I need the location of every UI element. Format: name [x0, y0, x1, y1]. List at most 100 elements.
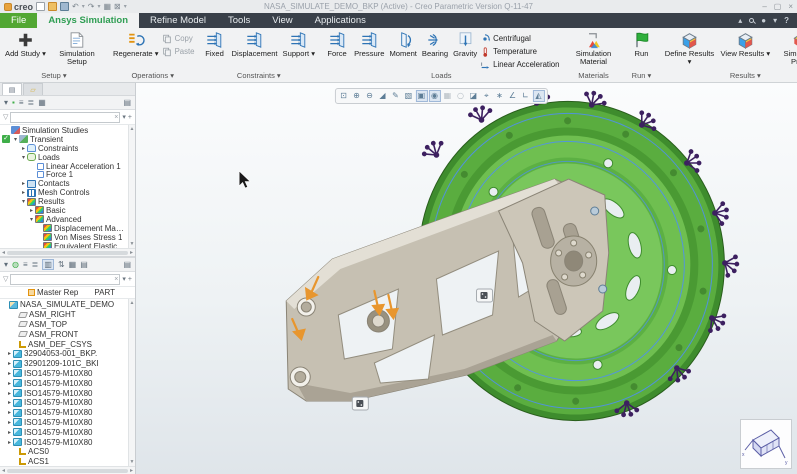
capture-button[interactable]: ▦ [441, 90, 453, 102]
view-results-button[interactable]: View Results ▾ [718, 30, 772, 59]
simulation-probe-button[interactable]: Simulation Probe [773, 30, 797, 67]
windows-icon[interactable]: ▦ [103, 2, 111, 11]
tree-item-basic[interactable]: ▸Basic [0, 206, 128, 215]
expand-arrow[interactable]: ▾ [12, 136, 19, 143]
tree-item-part[interactable]: ▸ISO14579-M10X80 [0, 418, 128, 428]
restore-button[interactable]: ▢ [774, 2, 782, 11]
run-button[interactable]: Run [627, 30, 655, 59]
tree-item-part[interactable]: ▸ISO14579-M10X80 [0, 408, 128, 418]
perspective-button[interactable]: ○ [454, 90, 466, 102]
expand-arrow[interactable]: ▸ [20, 145, 27, 152]
expand-arrow[interactable]: ▸ [6, 350, 13, 357]
tree-item-asm-def-csys[interactable]: ASM_DEF_CSYS [0, 339, 128, 349]
load-badge[interactable] [477, 289, 493, 302]
collapse-all-icon[interactable]: ≡ [19, 98, 24, 107]
help-icon[interactable]: ? [784, 16, 789, 25]
graphics-area[interactable]: ⊡ ⊕ ⊖ ◢ ✎ ▧ ▣ ◉ ▦ ○ ◪ ⌖ ∗ ∠ ∟ ◭ [136, 83, 797, 474]
tab-refine-model[interactable]: Refine Model [139, 13, 217, 28]
vertical-scrollbar[interactable]: ▲▼ [128, 125, 135, 248]
tree-item-simulation-studies[interactable]: Simulation Studies [0, 126, 128, 135]
tree-item-part[interactable]: ▸ISO14579-M10X80 [0, 427, 128, 437]
filter-caret-icon[interactable]: ▾ [122, 275, 126, 283]
tree-item-mesh-controls[interactable]: ▸Mesh Controls [0, 188, 128, 197]
clear-search-icon[interactable]: × [114, 276, 118, 283]
horizontal-scrollbar[interactable]: ◂▸ [0, 466, 135, 474]
expand-arrow[interactable]: ▸ [20, 180, 27, 187]
mt-sort-icon[interactable]: ⇅ [58, 260, 65, 269]
minimize-button[interactable]: – [762, 2, 766, 11]
paste-button[interactable]: Paste [162, 45, 195, 58]
tree-item-loads[interactable]: ▾Loads [0, 153, 128, 162]
saved-orientations-button[interactable]: ▣ [415, 90, 427, 102]
tree-item-linear-acceleration[interactable]: Linear Acceleration 1 [0, 162, 128, 171]
tree-item-part[interactable]: ▸32901209-101C_BKI [0, 359, 128, 369]
horizontal-scrollbar[interactable]: ◂▸ [0, 248, 135, 256]
add-study-button[interactable]: Add Study ▾ [3, 30, 48, 59]
close-button[interactable]: × [788, 2, 793, 11]
copy-button[interactable]: Copy [162, 32, 195, 45]
view-manager-button[interactable]: ◉ [428, 90, 440, 102]
open-file-icon[interactable] [48, 2, 57, 11]
expand-arrow[interactable]: ▸ [6, 380, 13, 387]
part-column-header[interactable]: PART [94, 288, 115, 297]
expand-arrow[interactable]: ▸ [6, 360, 13, 367]
repaint-button[interactable]: ✎ [389, 90, 401, 102]
force-button[interactable]: Force [323, 30, 351, 59]
master-rep-header[interactable]: Master Rep [37, 288, 78, 297]
centrifugal-button[interactable]: Centrifugal [480, 32, 559, 45]
checkbox-checked-icon[interactable]: ✓ [2, 135, 10, 143]
filter-add-icon[interactable]: + [128, 114, 132, 121]
tabbar-caret-icon[interactable]: ▾ [773, 16, 777, 25]
tree-item-equivalent-elastic-strain[interactable]: Equivalent Elastic Strain 1 [0, 242, 128, 248]
tab-applications[interactable]: Applications [304, 13, 377, 28]
define-results-button[interactable]: Define Results ▾ [661, 30, 717, 67]
tree-item-part[interactable]: ▸ISO14579-M10X80 [0, 437, 128, 447]
tree-item-displacement-magnitude[interactable]: Displacement Magnitude [0, 224, 128, 233]
tree-item-part[interactable]: ▸ISO14579-M10X80 [0, 388, 128, 398]
tree-columns-icon[interactable]: ▦ [38, 98, 46, 107]
group-label-run[interactable]: Run ▾ [624, 71, 658, 82]
tree-item-force-1[interactable]: Force 1 [0, 170, 128, 179]
group-label-operations[interactable]: Operations ▾ [108, 71, 198, 82]
redo-icon[interactable]: ↷ [88, 2, 95, 11]
expand-arrow[interactable]: ▾ [20, 154, 27, 161]
vertical-scrollbar[interactable]: ▲▼ [128, 299, 135, 466]
save-icon[interactable] [60, 2, 69, 11]
tab-ansys-simulation[interactable]: Ansys Simulation [37, 13, 139, 28]
tab-file[interactable]: File [0, 13, 37, 28]
quickbar-caret-icon[interactable]: ▾ [124, 3, 127, 10]
zoom-in-button[interactable]: ⊕ [350, 90, 362, 102]
tree-item-acs0[interactable]: ACS0 [0, 447, 128, 457]
mt-show-icon[interactable]: ▥ [42, 259, 54, 270]
tree-item-assembly-root[interactable]: NASA_SIMULATE_DEMO [0, 300, 128, 310]
expand-all-icon[interactable]: ≣ [28, 98, 35, 107]
tree-item-von-mises-stress[interactable]: Von Mises Stress 1 [0, 233, 128, 242]
point-display-button[interactable]: ∠ [506, 90, 518, 102]
csys-display-button[interactable]: ∟ [519, 90, 531, 102]
tree-doc-icon[interactable]: ▤ [123, 98, 131, 107]
tab-view[interactable]: View [261, 13, 303, 28]
simulation-setup-button[interactable]: Simulation Setup [49, 30, 105, 67]
tree-filter-caret-icon[interactable]: ▾ [4, 98, 8, 107]
expand-arrow[interactable]: ▸ [6, 439, 13, 446]
expand-arrow[interactable]: ▸ [6, 399, 13, 406]
tree-item-advanced[interactable]: ▾Advanced [0, 215, 128, 224]
load-badge[interactable] [352, 397, 368, 410]
dragger-button[interactable]: ◭ [532, 90, 544, 102]
redo-caret-icon[interactable]: ▾ [97, 3, 100, 10]
orientation-widget[interactable]: x y [740, 419, 792, 469]
mt-doc-icon[interactable]: ▤ [123, 260, 131, 269]
section-button[interactable]: ◪ [467, 90, 479, 102]
axis-display-button[interactable]: ∗ [493, 90, 505, 102]
tab-model-tree[interactable]: ▤ [2, 83, 22, 95]
pressure-button[interactable]: Pressure [352, 30, 386, 59]
tree-item-transient[interactable]: ✓▾Transient [0, 135, 128, 144]
undo-caret-icon[interactable]: ▾ [82, 3, 85, 10]
zoom-region-button[interactable]: ⊡ [337, 90, 349, 102]
expand-arrow[interactable]: ▸ [28, 207, 35, 214]
tree-item-asm-front[interactable]: ASM_FRONT [0, 329, 128, 339]
datum-display-button[interactable]: ⌖ [480, 90, 492, 102]
regenerate-button[interactable]: Regenerate ▾ [111, 30, 161, 59]
collapse-ribbon-icon[interactable]: ▴ [738, 16, 742, 25]
expand-arrow[interactable]: ▾ [28, 216, 35, 223]
